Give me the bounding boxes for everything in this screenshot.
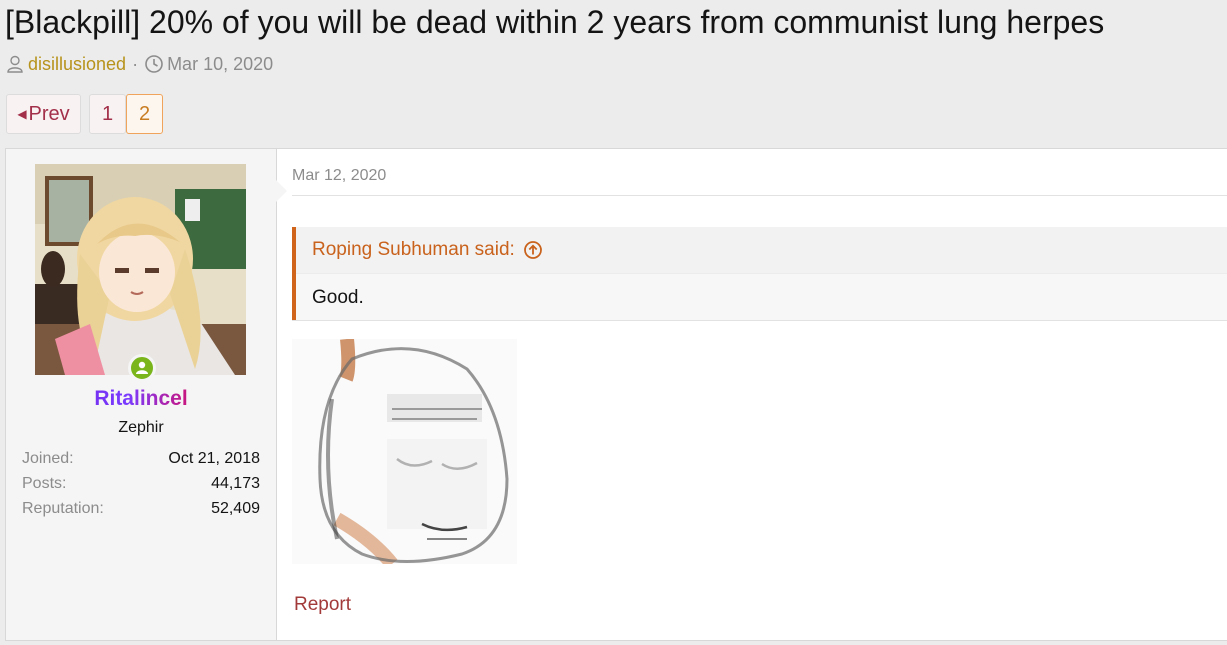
prev-page-button[interactable]: ◀ Prev <box>6 94 81 134</box>
arrow-up-circle-icon[interactable] <box>523 240 543 260</box>
thread-meta: disillusioned · Mar 10, 2020 <box>5 52 273 76</box>
post-main: Mar 12, 2020 Roping Subhuman said: Good. <box>292 149 1227 640</box>
online-status-icon <box>128 354 156 382</box>
quote-body: Good. <box>296 273 1227 321</box>
stat-value[interactable]: 44,173 <box>211 471 260 496</box>
user-stats: Joined: Oct 21, 2018 Posts: 44,173 Reput… <box>22 446 260 521</box>
stat-row-joined: Joined: Oct 21, 2018 <box>22 446 260 471</box>
divider <box>292 195 1227 196</box>
stat-label: Posts: <box>22 475 67 492</box>
divider <box>292 320 1227 321</box>
page-2-current[interactable]: 2 <box>126 94 163 134</box>
thread-author-link[interactable]: disillusioned <box>28 54 126 75</box>
quote-author[interactable]: Roping Subhuman said: <box>312 239 515 261</box>
avatar[interactable] <box>35 164 246 375</box>
caret-left-icon: ◀ <box>17 107 27 121</box>
report-link[interactable]: Report <box>294 594 351 616</box>
post: Ritalincel Zephir Joined: Oct 21, 2018 P… <box>5 148 1227 641</box>
post-image[interactable] <box>292 338 517 569</box>
thread-date[interactable]: Mar 10, 2020 <box>167 54 273 75</box>
user-title: Zephir <box>118 419 164 436</box>
stat-value: 52,409 <box>211 500 260 517</box>
post-date[interactable]: Mar 12, 2020 <box>292 167 386 185</box>
stat-value: Oct 21, 2018 <box>168 450 260 467</box>
stat-label: Reputation: <box>22 500 104 517</box>
post-user-cell: Ritalincel Zephir Joined: Oct 21, 2018 P… <box>6 149 287 640</box>
username-link[interactable]: Ritalincel <box>6 387 276 411</box>
stat-label: Joined: <box>22 450 74 467</box>
quote-header[interactable]: Roping Subhuman said: <box>296 227 1227 273</box>
meta-separator: · <box>132 53 139 74</box>
thread-title: [Blackpill] 20% of you will be dead with… <box>5 4 1105 40</box>
pagination: ◀ Prev 1 2 <box>6 94 163 134</box>
clock-icon <box>144 54 164 74</box>
stat-row-posts: Posts: 44,173 <box>22 471 260 496</box>
quote-block: Roping Subhuman said: Good. <box>292 227 1227 321</box>
user-icon <box>5 54 25 74</box>
stat-row-reputation: Reputation: 52,409 <box>22 496 260 521</box>
page-1-link[interactable]: 1 <box>89 94 126 134</box>
prev-label: Prev <box>28 102 70 125</box>
